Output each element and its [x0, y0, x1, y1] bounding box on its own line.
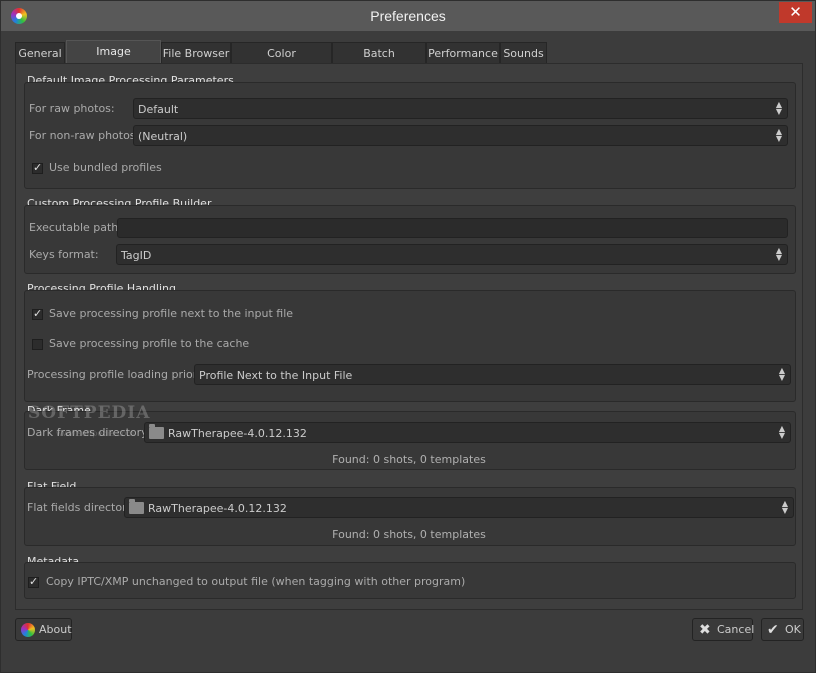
copy-iptc-checkbox[interactable] — [28, 575, 39, 588]
save-next-label: Save processing profile next to the inpu… — [49, 307, 294, 320]
tab-color-management[interactable]: Color Management — [231, 42, 332, 81]
flat-fields-dir-combo[interactable]: RawTherapee-4.0.12.132 ▲ ▼ — [124, 497, 794, 518]
dark-frames-dir-combo[interactable]: RawTherapee-4.0.12.132 ▲ ▼ — [144, 422, 791, 443]
loading-priority-label: Processing profile loading priority: — [27, 368, 215, 381]
tab-general[interactable]: General — [15, 42, 65, 64]
about-button[interactable]: About — [15, 618, 72, 641]
raw-photos-combo[interactable]: Default ▲ ▼ — [133, 98, 788, 119]
dark-frame-found: Found: 0 shots, 0 templates — [332, 453, 486, 466]
about-label: About — [39, 623, 72, 636]
image-processing-panel: Default Image Processing Parameters For … — [15, 63, 803, 610]
loading-priority-value: Profile Next to the Input File — [199, 369, 353, 382]
dark-frames-dir-value: RawTherapee-4.0.12.132 — [168, 427, 307, 440]
executable-path-label: Executable path: — [29, 221, 122, 234]
tab-performance[interactable]: Performance — [426, 42, 500, 64]
combo-arrows-icon: ▲ ▼ — [778, 424, 786, 440]
raw-photos-value: Default — [138, 103, 179, 116]
copy-iptc-label: Copy IPTC/XMP unchanged to output file (… — [46, 575, 466, 588]
nonraw-photos-label: For non-raw photos: — [29, 129, 140, 142]
preferences-window: Preferences ✕ General Image Processing F… — [0, 0, 816, 673]
title-bar[interactable]: Preferences ✕ — [1, 1, 815, 31]
keys-format-combo[interactable]: TagID ▲ ▼ — [116, 244, 788, 265]
folder-icon — [129, 499, 144, 514]
folder-icon — [149, 424, 164, 439]
check-icon: ✔ — [767, 622, 779, 638]
combo-arrows-icon: ▲ ▼ — [775, 246, 783, 262]
flat-fields-dir-value: RawTherapee-4.0.12.132 — [148, 502, 287, 515]
save-cache-checkbox[interactable] — [32, 339, 43, 350]
use-bundled-checkbox[interactable] — [32, 161, 43, 174]
rawtherapee-logo-icon — [21, 623, 35, 637]
loading-priority-combo[interactable]: Profile Next to the Input File ▲ ▼ — [194, 364, 791, 385]
flat-fields-dir-label: Flat fields directory — [27, 501, 134, 514]
softpedia-watermark: SOFTPEDIA — [28, 403, 151, 423]
cancel-label: Cancel — [717, 623, 755, 636]
combo-arrows-icon: ▲ ▼ — [775, 127, 783, 143]
use-bundled-label: Use bundled profiles — [49, 161, 162, 174]
tab-batch-processing[interactable]: Batch Processing — [332, 42, 426, 81]
raw-photos-label: For raw photos: — [29, 102, 115, 115]
save-next-checkbox[interactable] — [32, 307, 43, 320]
tab-sounds[interactable]: Sounds — [500, 42, 547, 64]
combo-arrows-icon: ▲ ▼ — [778, 366, 786, 382]
window-title: Preferences — [370, 8, 446, 24]
close-button[interactable]: ✕ — [779, 2, 812, 23]
ok-button[interactable]: ✔ OK — [761, 618, 804, 641]
nonraw-photos-value: (Neutral) — [138, 130, 188, 143]
keys-format-label: Keys format: — [29, 248, 99, 261]
ok-label: OK — [785, 623, 801, 636]
tab-image-processing[interactable]: Image Processing — [66, 40, 161, 79]
cancel-x-icon: ✖ — [699, 622, 711, 638]
combo-arrows-icon: ▲ ▼ — [781, 499, 789, 515]
save-cache-label: Save processing profile to the cache — [49, 337, 250, 350]
combo-arrows-icon: ▲ ▼ — [775, 100, 783, 116]
nonraw-photos-combo[interactable]: (Neutral) ▲ ▼ — [133, 125, 788, 146]
tab-file-browser[interactable]: File Browser — [161, 42, 231, 64]
executable-path-input[interactable] — [117, 218, 788, 238]
cancel-button[interactable]: ✖ Cancel — [692, 618, 755, 641]
flat-field-found: Found: 0 shots, 0 templates — [332, 528, 486, 541]
softpedia-watermark-url: www.softpedia.com — [56, 429, 135, 438]
keys-format-value: TagID — [121, 249, 152, 262]
